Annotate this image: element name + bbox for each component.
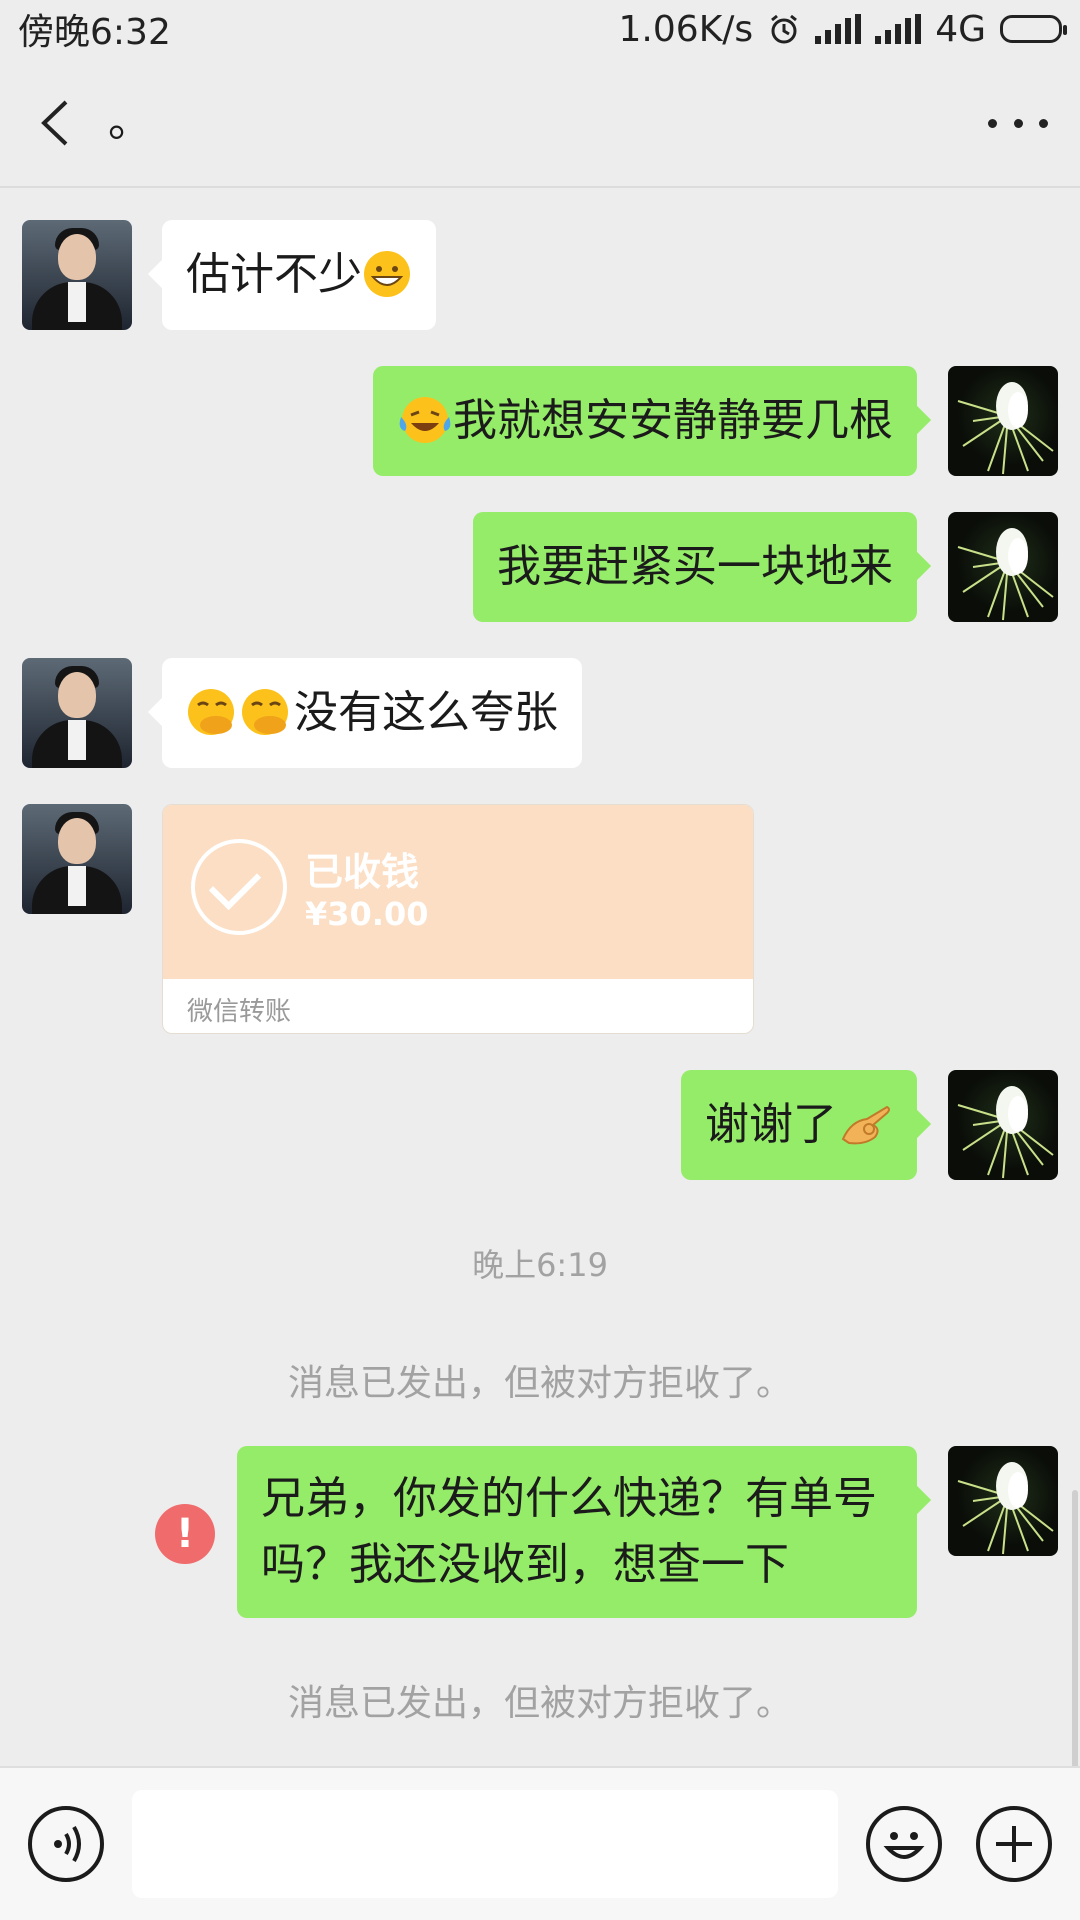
transfer-amount: ¥30.00: [305, 895, 429, 933]
flower-image: [957, 1462, 1054, 1555]
laughing-crying-emoji-icon: [399, 397, 451, 443]
status-icons: 1.06K/s 4G: [618, 8, 1067, 50]
contact-avatar[interactable]: [22, 804, 132, 914]
system-notice: 消息已发出，但被对方拒收了。: [287, 1683, 792, 1724]
battery-icon: [1000, 15, 1067, 43]
flower-image: [957, 528, 1054, 621]
grinning-emoji-icon: [364, 251, 410, 297]
message-bubble-outgoing[interactable]: 谢谢了: [681, 1070, 917, 1180]
hand-over-mouth-emoji-icon: [188, 689, 234, 735]
check-circle-icon: [191, 839, 287, 935]
chat-header: 。: [0, 58, 1080, 188]
message-text: 兄弟，你发的什么快递？有单号吗？我还没收到，想查一下: [261, 1473, 877, 1590]
message-row: 已收钱 ¥30.00 微信转账: [0, 804, 1080, 1036]
voice-icon: [54, 1825, 81, 1863]
flower-image: [957, 1086, 1054, 1179]
input-bar: [0, 1766, 1080, 1920]
message-row: 没有这么夸张: [0, 658, 1080, 768]
my-avatar[interactable]: [948, 366, 1058, 476]
message-bubble-incoming[interactable]: 估计不少: [162, 220, 436, 330]
message-text: 没有这么夸张: [294, 687, 558, 738]
my-avatar[interactable]: [948, 512, 1058, 622]
more-button[interactable]: [988, 108, 1048, 138]
network-type: 4G: [935, 8, 986, 50]
my-avatar[interactable]: [948, 1446, 1058, 1556]
more-functions-button[interactable]: [976, 1806, 1052, 1882]
message-bubble-outgoing[interactable]: 我要赶紧买一块地来: [473, 512, 917, 622]
hand-over-mouth-emoji-icon: [242, 689, 288, 735]
send-failed-icon[interactable]: !: [155, 1504, 215, 1564]
message-row: ! 兄弟，你发的什么快递？有单号吗？我还没收到，想查一下: [0, 1446, 1080, 1626]
hd-signal-icon: [875, 14, 922, 44]
emoji-button[interactable]: [866, 1806, 942, 1882]
contact-avatar[interactable]: [22, 220, 132, 330]
ok-hand-emoji-icon: [841, 1105, 890, 1145]
signal-icon: [815, 14, 862, 44]
contact-avatar[interactable]: [22, 658, 132, 768]
voice-button[interactable]: [28, 1806, 104, 1882]
flower-image: [957, 382, 1054, 475]
transfer-card[interactable]: 已收钱 ¥30.00 微信转账: [162, 804, 754, 1034]
message-text: 估计不少: [186, 249, 362, 300]
message-input[interactable]: [132, 1790, 838, 1898]
message-row: 我就想安安静静要几根: [0, 366, 1080, 476]
chat-title: 。: [108, 96, 152, 147]
my-avatar[interactable]: [948, 1070, 1058, 1180]
back-icon: [41, 100, 68, 146]
message-row: 谢谢了: [0, 1070, 1080, 1180]
message-text: 我要赶紧买一块地来: [497, 541, 893, 592]
message-bubble-incoming[interactable]: 没有这么夸张: [162, 658, 582, 768]
network-speed: 1.06K/s: [618, 8, 754, 50]
timestamp-label: 晚上6:19: [472, 1246, 608, 1284]
message-text: 谢谢了: [705, 1099, 837, 1150]
message-text: 我就想安安静静要几根: [453, 395, 893, 446]
back-button[interactable]: [30, 96, 80, 150]
transfer-status: 已收钱: [305, 850, 420, 894]
transfer-label: 微信转账: [187, 997, 292, 1027]
emoji-icon: [883, 1832, 925, 1859]
message-row: 估计不少: [0, 220, 1080, 330]
system-notice: 消息已发出，但被对方拒收了。: [287, 1363, 792, 1404]
message-row: 我要赶紧买一块地来: [0, 512, 1080, 622]
message-bubble-outgoing[interactable]: 兄弟，你发的什么快递？有单号吗？我还没收到，想查一下: [237, 1446, 917, 1618]
more-icon: [988, 118, 997, 128]
status-bar: 傍晚6:32 1.06K/s 4G: [0, 0, 1080, 58]
status-time: 傍晚6:32: [18, 12, 171, 53]
alarm-icon: [771, 14, 798, 44]
plus-icon: [996, 1826, 1032, 1862]
message-bubble-outgoing[interactable]: 我就想安安静静要几根: [373, 366, 917, 476]
scrollbar[interactable]: [1072, 1490, 1078, 1770]
